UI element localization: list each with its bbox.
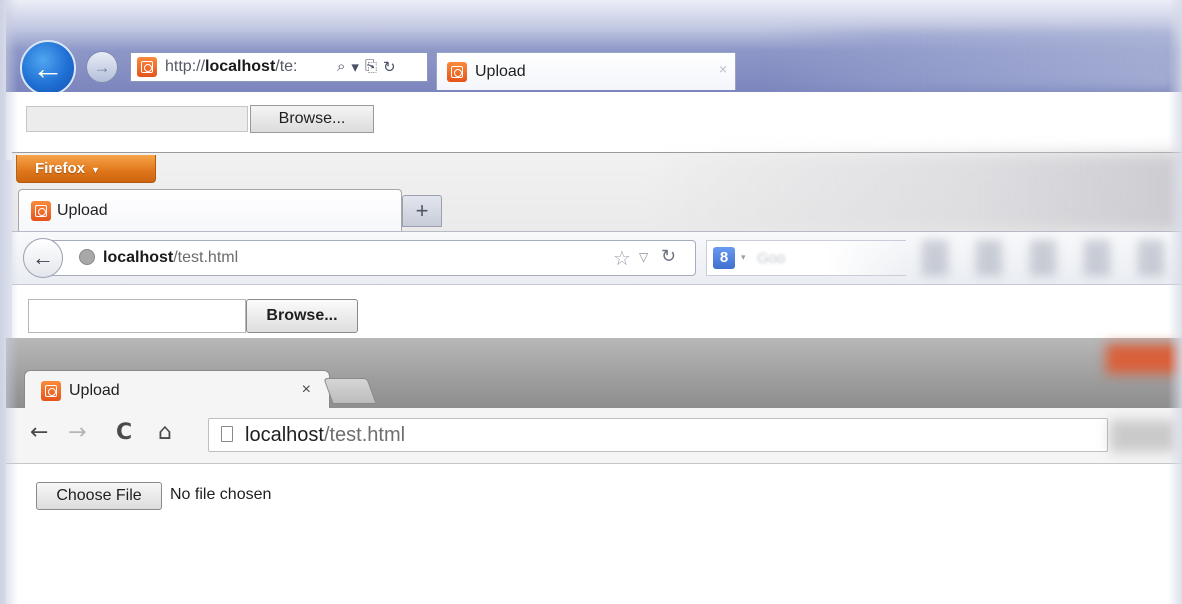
home-icon[interactable]: ⌂ <box>158 422 172 444</box>
firefox-url-bar[interactable]: ← localhost/test.html ☆ ▽ ↻ <box>23 238 696 278</box>
chrome-toolbar-blurred-area <box>1110 420 1176 452</box>
back-arrow-icon[interactable]: ← <box>20 40 76 96</box>
bookmark-star-icon[interactable]: ☆ <box>613 246 631 271</box>
chrome-omnibox[interactable]: localhost/test.html <box>208 418 1108 452</box>
firefox-window: Firefox ▼ Upload + ← localhost/test.html … <box>12 152 1182 349</box>
firefox-back-glyph: ← <box>32 245 54 270</box>
refresh-icon[interactable]: ↻ <box>383 58 396 76</box>
compatibility-view-icon[interactable]: ⎘ <box>365 58 377 76</box>
xampp-favicon-icon <box>31 200 51 221</box>
ie-window: ← → http://localhost/te: ⌕ ▾ ⎘ ↻ Upload … <box>6 0 1182 160</box>
chrome-tab-upload[interactable]: Upload × <box>24 370 330 410</box>
xampp-favicon-icon <box>41 380 61 401</box>
ie-address-bar[interactable]: http://localhost/te: ⌕ ▾ ⎘ ↻ <box>130 52 428 82</box>
ie-page-content: Browse... <box>6 92 1182 154</box>
dropdown-icon[interactable]: ▾ <box>351 58 359 76</box>
chrome-url-path: /test.html <box>323 424 406 446</box>
chevron-down-icon: ▾ <box>741 252 746 262</box>
close-icon[interactable]: × <box>719 61 727 77</box>
search-engine-icon[interactable]: 8 <box>713 247 735 269</box>
new-tab-button[interactable] <box>323 378 377 404</box>
screenshot-frame: ← → http://localhost/te: ⌕ ▾ ⎘ ↻ Upload … <box>0 0 1182 604</box>
firefox-url-text[interactable]: localhost/test.html <box>103 249 238 267</box>
page-icon <box>221 426 233 442</box>
firefox-chrome: Firefox ▼ Upload + ← localhost/test.html … <box>12 153 1182 285</box>
ie-browse-button[interactable]: Browse... <box>250 105 374 133</box>
back-arrow-icon[interactable]: ← <box>23 238 63 278</box>
ie-toolbar: ← → http://localhost/te: ⌕ ▾ ⎘ ↻ Upload … <box>6 0 1182 96</box>
chrome-tab-strip: Upload × <box>6 338 1182 410</box>
back-arrow-icon[interactable]: ← <box>30 422 48 444</box>
ie-file-path-field[interactable] <box>26 106 248 132</box>
file-status-text: No file chosen <box>170 486 272 503</box>
history-dropdown-icon[interactable]: ▽ <box>639 250 648 264</box>
ie-forward-glyph: → <box>93 57 111 77</box>
ie-address-icons: ⌕ ▾ ⎘ ↻ <box>337 58 396 76</box>
globe-icon <box>79 249 95 265</box>
chrome-url-text[interactable]: localhost/test.html <box>245 424 405 447</box>
chevron-down-icon: ▼ <box>91 165 100 175</box>
firefox-url-path: /test.html <box>173 249 239 266</box>
firefox-tab-label: Upload <box>57 201 108 219</box>
left-edge-vignette <box>0 0 18 604</box>
ie-url-host: localhost <box>205 58 276 75</box>
chrome-window: Upload × ← → C ⌂ localhost/test.html Cho… <box>6 338 1182 604</box>
firefox-tab-upload[interactable]: Upload <box>18 189 402 231</box>
new-tab-button[interactable]: + <box>402 195 442 227</box>
ie-url-text[interactable]: http://localhost/te: <box>165 58 333 76</box>
firefox-chrome-blurred-area <box>652 153 1182 231</box>
firefox-navigation-bar: ← localhost/test.html ☆ ▽ ↻ 8 ▾ Goo <box>12 231 1182 285</box>
ie-back-glyph: ← <box>32 50 64 86</box>
ie-tab-label: Upload <box>475 62 526 80</box>
ie-toolbar-blurred-area <box>766 30 1176 90</box>
forward-arrow-icon[interactable]: → <box>86 51 118 83</box>
chrome-tab-label: Upload <box>69 381 120 399</box>
chrome-url-host: localhost <box>245 424 324 446</box>
choose-file-button[interactable]: Choose File <box>36 482 162 510</box>
firefox-url-host: localhost <box>103 249 174 266</box>
ie-url-suffix: /te: <box>275 58 298 75</box>
xampp-favicon-icon <box>137 57 157 77</box>
firefox-toolbar-blurred-icons <box>922 240 1172 276</box>
ie-url-prefix: http:// <box>165 58 206 75</box>
firefox-file-path-field[interactable] <box>28 299 246 333</box>
firefox-menu-button[interactable]: Firefox ▼ <box>16 155 156 183</box>
firefox-menu-label: Firefox <box>35 160 86 177</box>
firefox-search-box[interactable]: 8 ▾ Goo <box>706 240 906 276</box>
reload-icon[interactable]: ↻ <box>661 246 676 267</box>
right-edge-vignette <box>1168 0 1182 604</box>
firefox-browse-button[interactable]: Browse... <box>246 299 358 333</box>
reload-icon[interactable]: C <box>116 422 132 444</box>
ie-tab-upload[interactable]: Upload × <box>436 52 736 90</box>
xampp-favicon-icon <box>447 61 467 82</box>
close-icon[interactable]: × <box>302 381 311 399</box>
search-icon[interactable]: ⌕ <box>337 58 345 76</box>
chrome-toolbar: ← → C ⌂ localhost/test.html <box>6 408 1182 464</box>
search-placeholder: Goo <box>757 250 786 267</box>
chrome-page-content: Choose File No file chosen <box>6 464 1182 604</box>
forward-arrow-icon[interactable]: → <box>68 422 86 444</box>
